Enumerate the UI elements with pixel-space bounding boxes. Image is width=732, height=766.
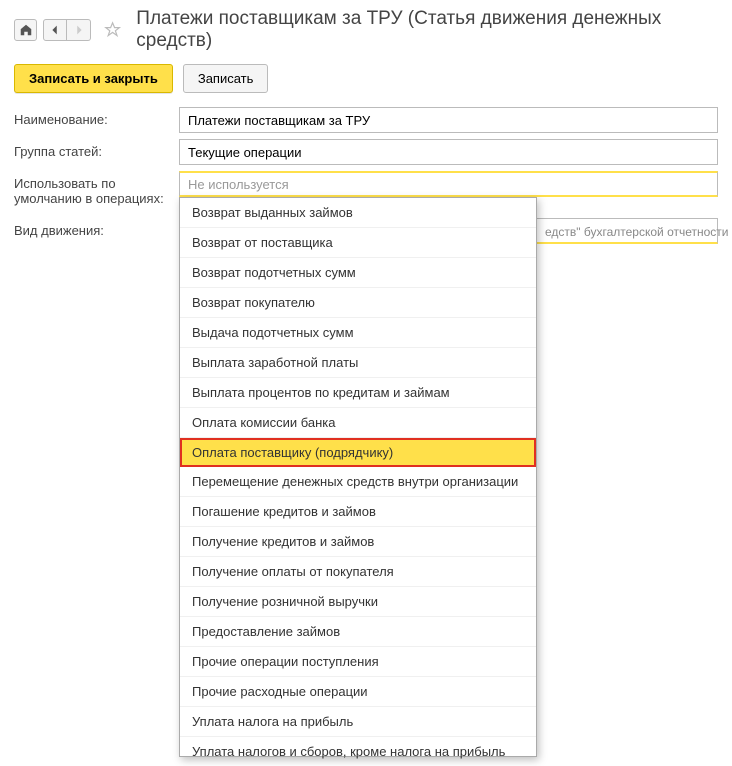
name-input[interactable] [179,107,718,133]
group-label: Группа статей: [14,139,179,159]
dropdown-item[interactable]: Выплата заработной платы [180,348,536,378]
dropdown-item[interactable]: Выдача подотчетных сумм [180,318,536,348]
dropdown-item[interactable]: Возврат выданных займов [180,198,536,228]
dropdown-item[interactable]: Возврат покупателю [180,288,536,318]
dropdown-item[interactable]: Возврат от поставщика [180,228,536,258]
operations-dropdown: Возврат выданных займовВозврат от постав… [179,197,537,757]
dropdown-item[interactable]: Уплата налогов и сборов, кроме налога на… [180,737,536,766]
dropdown-item[interactable]: Прочие расходные операции [180,677,536,707]
arrow-left-icon [48,23,62,37]
dropdown-item[interactable]: Выплата процентов по кредитам и займам [180,378,536,408]
dropdown-item[interactable]: Получение кредитов и займов [180,527,536,557]
forward-button[interactable] [67,19,91,41]
default-ops-input[interactable]: Не используется [179,171,718,197]
dropdown-item[interactable]: Прочие операции поступления [180,647,536,677]
movement-label: Вид движения: [14,218,179,238]
dropdown-item[interactable]: Предоставление займов [180,617,536,647]
group-input[interactable] [179,139,718,165]
home-button[interactable] [14,19,37,41]
dropdown-item[interactable]: Возврат подотчетных сумм [180,258,536,288]
page-title: Платежи поставщикам за ТРУ (Статья движе… [136,8,718,52]
back-button[interactable] [43,19,67,41]
dropdown-item[interactable]: Получение оплаты от покупателя [180,557,536,587]
dropdown-item[interactable]: Оплата поставщику (подрядчику) [180,438,536,467]
dropdown-item[interactable]: Получение розничной выручки [180,587,536,617]
name-label: Наименование: [14,107,179,127]
home-icon [19,23,33,37]
dropdown-item[interactable]: Перемещение денежных средств внутри орга… [180,467,536,497]
hint-text: едств" бухгалтерской отчетности [545,225,729,239]
default-ops-label: Использовать по умолчанию в операциях: [14,171,179,206]
save-close-button[interactable]: Записать и закрыть [14,64,173,93]
dropdown-item[interactable]: Уплата налога на прибыль [180,707,536,737]
star-icon[interactable] [103,20,122,40]
save-button[interactable]: Записать [183,64,269,93]
arrow-right-icon [72,23,86,37]
dropdown-item[interactable]: Оплата комиссии банка [180,408,536,438]
dropdown-item[interactable]: Погашение кредитов и займов [180,497,536,527]
